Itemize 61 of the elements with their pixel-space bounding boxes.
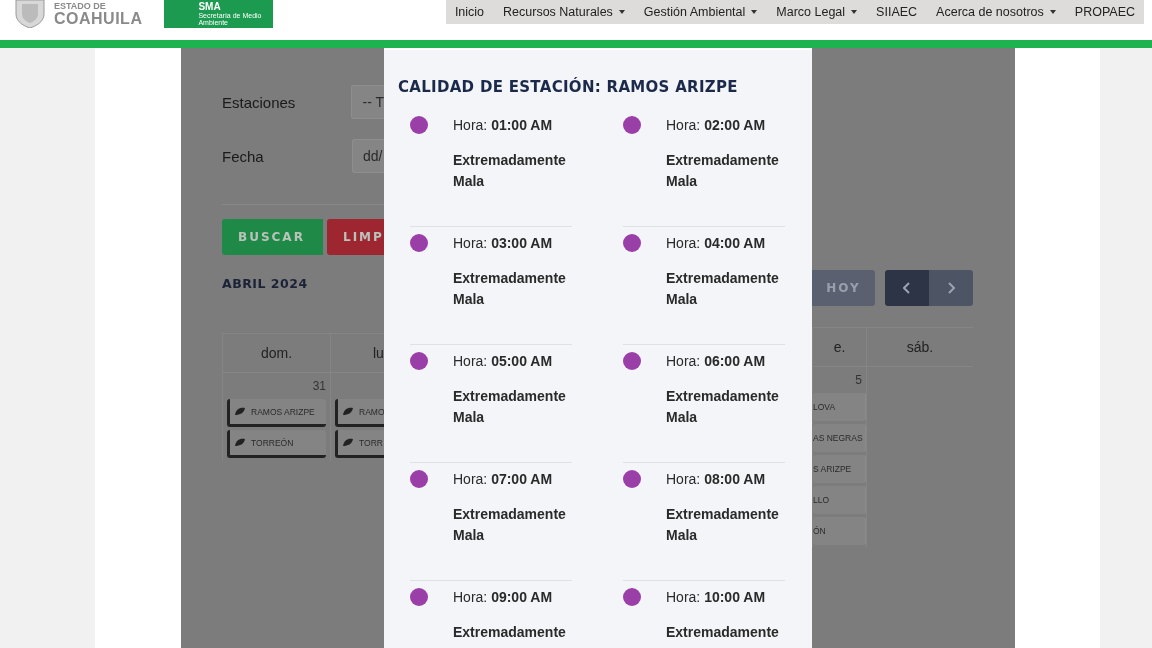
event-chip[interactable]: ÓN — [813, 517, 866, 545]
chevron-left-icon — [903, 282, 911, 294]
quality-level: Extremadamente — [666, 623, 780, 642]
reading-time: Hora: 07:00 AM — [453, 470, 554, 488]
nav-link[interactable]: PROPAEC — [1074, 5, 1135, 19]
leaf-icon — [234, 407, 246, 416]
leaf-icon — [234, 438, 246, 447]
coat-of-arms-icon — [12, 0, 48, 28]
leaf-icon — [342, 407, 354, 416]
event-chip[interactable]: LOVA — [813, 393, 866, 421]
modal-title: CALIDAD DE ESTACIÓN: RAMOS ARIZPE — [398, 78, 739, 96]
input-field[interactable]: dd/ — [352, 139, 384, 173]
today-button[interactable]: HOY — [812, 270, 875, 306]
reading-time: Hora: 09:00 AM — [453, 588, 554, 606]
event-chip[interactable]: TORREÓN — [227, 430, 326, 458]
month-title: ABRIL 2024 — [222, 276, 309, 291]
event-chip[interactable]: AS NEGRAS — [813, 424, 866, 452]
quality-level: Extremadamente Mala — [453, 387, 567, 427]
quality-level: Extremadamente Mala — [666, 505, 780, 545]
nav-link[interactable]: Inicio — [454, 5, 485, 19]
search-button[interactable]: BUSCAR — [222, 219, 323, 255]
nav-link[interactable]: Marco Legal — [776, 5, 858, 19]
event-chip[interactable]: TORR — [335, 430, 384, 458]
field-label: Fecha — [222, 147, 265, 165]
reading-time: Hora: 04:00 AM — [666, 234, 767, 252]
reading-time: Hora: 10:00 AM — [666, 588, 767, 606]
quality-level: Extremadamente Mala — [453, 269, 567, 309]
quality-level: Extremadamente Mala — [666, 269, 780, 309]
quality-level: Extremadamente Mala — [453, 151, 567, 191]
state-label: ESTADO DE — [54, 1, 107, 11]
day-number: 5 — [855, 373, 862, 387]
clear-button[interactable]: LIMP — [327, 219, 384, 255]
leaf-icon — [342, 438, 354, 447]
quality-level: Extremadamente — [453, 623, 567, 642]
day-header: sáb. — [867, 327, 973, 367]
reading-time: Hora: 03:00 AM — [453, 234, 554, 252]
nav-link[interactable]: Recursos Naturales — [503, 5, 625, 19]
previous-button[interactable] — [885, 270, 929, 306]
input-field[interactable]: -- T — [351, 85, 384, 119]
nav-link[interactable]: SIIAEC — [876, 5, 918, 19]
reading-time: Hora: 02:00 AM — [666, 116, 767, 134]
reading-time: Hora: 05:00 AM — [453, 352, 554, 370]
event-chip[interactable]: LLO — [813, 486, 866, 514]
reading-time: Hora: 08:00 AM — [666, 470, 767, 488]
nav-link[interactable]: Gestión Ambiental — [643, 5, 758, 19]
quality-level: Extremadamente Mala — [666, 151, 780, 191]
day-header: dom. — [223, 333, 330, 373]
event-chip[interactable]: RAMOS ARIZPE — [227, 399, 326, 427]
field-label: Estaciones — [222, 93, 297, 111]
quality-level: Extremadamente Mala — [666, 387, 780, 427]
next-button[interactable] — [929, 270, 973, 306]
quality-level: Extremadamente Mala — [453, 505, 567, 545]
chevron-right-icon — [947, 282, 955, 294]
reading-time: Hora: 01:00 AM — [453, 116, 554, 134]
nav-link[interactable]: Acerca de nosotros — [936, 5, 1056, 19]
day-number: 31 — [312, 379, 326, 393]
state-name: COAHUILA — [54, 10, 143, 27]
day-header: e. — [813, 327, 866, 367]
event-chip[interactable]: RAMO — [335, 399, 384, 427]
event-chip[interactable]: S ARIZPE — [813, 455, 866, 483]
reading-time: Hora: 06:00 AM — [666, 352, 767, 370]
